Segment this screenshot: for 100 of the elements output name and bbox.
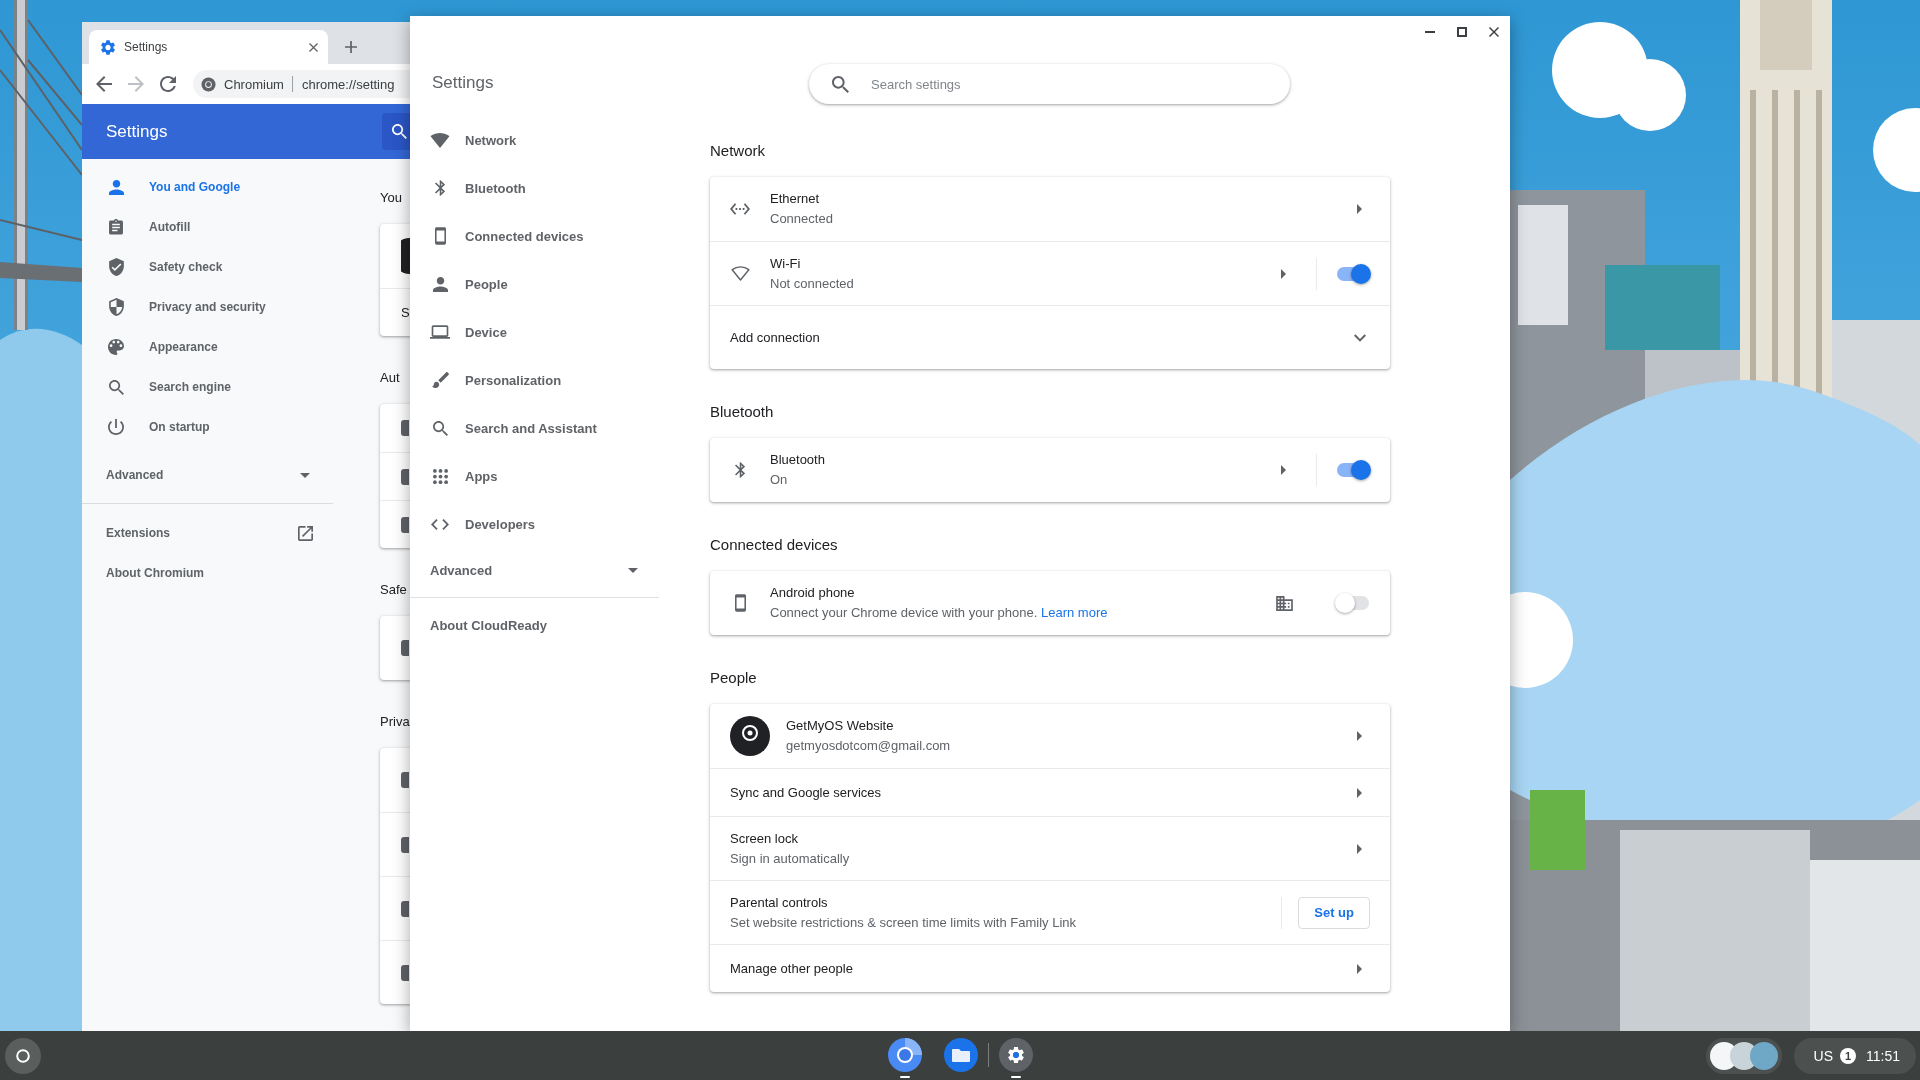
row-subtitle: getmyosdotcom@gmail.com bbox=[786, 737, 951, 755]
chevron-down-icon[interactable] bbox=[1354, 333, 1366, 342]
sidebar-item[interactable]: Safety check bbox=[82, 247, 333, 287]
row-title: Ethernet bbox=[770, 190, 820, 208]
apps-grid-icon bbox=[432, 468, 448, 484]
row-subtitle: Connected bbox=[770, 210, 833, 228]
browser-logo-icon bbox=[201, 76, 216, 92]
cut-off-icon bbox=[401, 468, 409, 485]
row-subtitle: Set website restrictions & screen time limits with Family Link bbox=[730, 913, 1077, 932]
nav-item[interactable]: Device bbox=[410, 308, 659, 356]
toggle-switch[interactable] bbox=[1335, 460, 1371, 480]
row-title: Wi-Fi bbox=[770, 254, 801, 273]
toggle-switch[interactable] bbox=[1335, 263, 1371, 284]
section-title: People bbox=[710, 668, 758, 688]
circle-icon bbox=[16, 1048, 30, 1063]
arrow-right-icon[interactable] bbox=[1357, 731, 1362, 741]
sidebar-item[interactable]: Autofill bbox=[82, 207, 333, 247]
section-title: Aut bbox=[380, 369, 400, 387]
arrow-right-icon[interactable] bbox=[1281, 268, 1286, 279]
arrow-right-icon[interactable] bbox=[1357, 204, 1362, 214]
bluetooth-icon bbox=[735, 462, 745, 478]
arrow-right-icon[interactable] bbox=[1281, 465, 1286, 475]
maximize-icon bbox=[1457, 27, 1467, 37]
nav-item[interactable]: Bluetooth bbox=[410, 164, 659, 212]
sidebar-link[interactable]: Extensions bbox=[82, 513, 333, 553]
notification-count-badge: 1 bbox=[1840, 1047, 1856, 1064]
search-field[interactable] bbox=[382, 113, 410, 150]
nav-item[interactable]: Apps bbox=[410, 452, 659, 500]
gear-icon bbox=[101, 39, 115, 55]
nav-item[interactable]: Personalization bbox=[410, 356, 659, 404]
plus-icon[interactable] bbox=[345, 41, 357, 53]
advanced-toggle[interactable]: Advanced bbox=[82, 455, 333, 495]
nav-item[interactable]: Network bbox=[410, 116, 659, 164]
row-title: Manage other people bbox=[730, 959, 853, 978]
browser-tab[interactable]: Settings bbox=[89, 30, 328, 64]
learn-more-link[interactable]: Learn more bbox=[1041, 605, 1108, 620]
section-title: Connected devices bbox=[710, 535, 839, 555]
row-subtitle: Not connected bbox=[770, 274, 854, 293]
clock-time: 11:51 bbox=[1866, 1047, 1900, 1064]
cut-off-icon bbox=[401, 516, 409, 533]
close-icon bbox=[1489, 27, 1499, 37]
site-name: Chromium bbox=[224, 76, 284, 92]
cut-off-icon bbox=[401, 964, 409, 981]
shield-check-icon bbox=[108, 258, 124, 276]
avatar-icon bbox=[401, 238, 410, 274]
sidebar-item[interactable]: Search engine bbox=[82, 367, 333, 407]
sidebar-item[interactable]: On startup bbox=[82, 407, 333, 447]
palette-icon bbox=[108, 339, 124, 355]
row-title: GetMyOS Website bbox=[786, 717, 894, 735]
nav-item[interactable]: Search and Assistant bbox=[410, 404, 659, 452]
search-icon bbox=[392, 124, 407, 139]
address-bar[interactable]: Chromium chrome://setting bbox=[193, 70, 410, 98]
advanced-toggle[interactable]: Advanced bbox=[410, 548, 659, 592]
set-up-button[interactable]: Set up bbox=[1298, 896, 1370, 929]
launcher-button[interactable] bbox=[5, 1037, 41, 1074]
toggle-switch[interactable] bbox=[1335, 593, 1371, 613]
search-field[interactable]: Search settings bbox=[809, 64, 1290, 104]
cut-off-icon bbox=[401, 836, 409, 853]
row-title: Parental controls bbox=[730, 893, 828, 912]
row-title: Screen lock bbox=[730, 829, 798, 848]
row-title: S bbox=[401, 305, 410, 320]
sidebar-item[interactable]: Appearance bbox=[82, 327, 333, 367]
running-indicator-icon bbox=[899, 1076, 910, 1078]
minimize-icon bbox=[1425, 31, 1435, 33]
cut-off-icon bbox=[401, 900, 409, 917]
row-title: Bluetooth bbox=[770, 451, 825, 469]
nav-item[interactable]: Connected devices bbox=[410, 212, 659, 260]
app-title: Settings bbox=[431, 72, 495, 94]
power-icon bbox=[108, 419, 124, 435]
nav-item[interactable]: People bbox=[410, 260, 659, 308]
row-subtitle: On bbox=[770, 471, 788, 489]
clipboard-icon bbox=[109, 218, 123, 236]
row-title: Add connection bbox=[730, 328, 820, 347]
back-arrow-icon bbox=[96, 76, 112, 92]
section-title: Bluetooth bbox=[710, 402, 775, 422]
brush-icon bbox=[431, 372, 449, 388]
thumbnail-placeholder[interactable] bbox=[1749, 1041, 1778, 1070]
thumbnail-tray[interactable] bbox=[1705, 1037, 1782, 1074]
phone-icon bbox=[734, 594, 746, 612]
cut-off-icon bbox=[401, 772, 409, 788]
wifi-icon bbox=[730, 266, 750, 281]
person-icon bbox=[432, 276, 448, 292]
arrow-right-icon[interactable] bbox=[1357, 843, 1362, 854]
running-indicator-icon bbox=[1010, 1076, 1021, 1078]
arrow-right-icon[interactable] bbox=[1357, 787, 1362, 798]
sidebar-item[interactable]: Privacy and security bbox=[82, 287, 333, 327]
search-icon bbox=[432, 420, 448, 436]
nav-item[interactable]: Developers bbox=[410, 500, 659, 548]
close-icon[interactable] bbox=[309, 42, 318, 52]
status-area-button[interactable]: US 1 11:51 bbox=[1793, 1037, 1916, 1074]
avatar-icon bbox=[730, 716, 770, 756]
arrow-right-icon[interactable] bbox=[1357, 963, 1362, 974]
sidebar-link[interactable]: About Chromium bbox=[82, 553, 333, 593]
url-text: chrome://setting bbox=[301, 76, 395, 92]
code-icon bbox=[431, 518, 449, 530]
nav-item[interactable]: About CloudReady bbox=[410, 601, 659, 649]
sidebar-item[interactable]: You and Google bbox=[82, 167, 333, 207]
folder-icon bbox=[943, 1038, 978, 1072]
wifi-icon bbox=[430, 132, 450, 148]
forward-arrow-icon bbox=[128, 76, 144, 92]
